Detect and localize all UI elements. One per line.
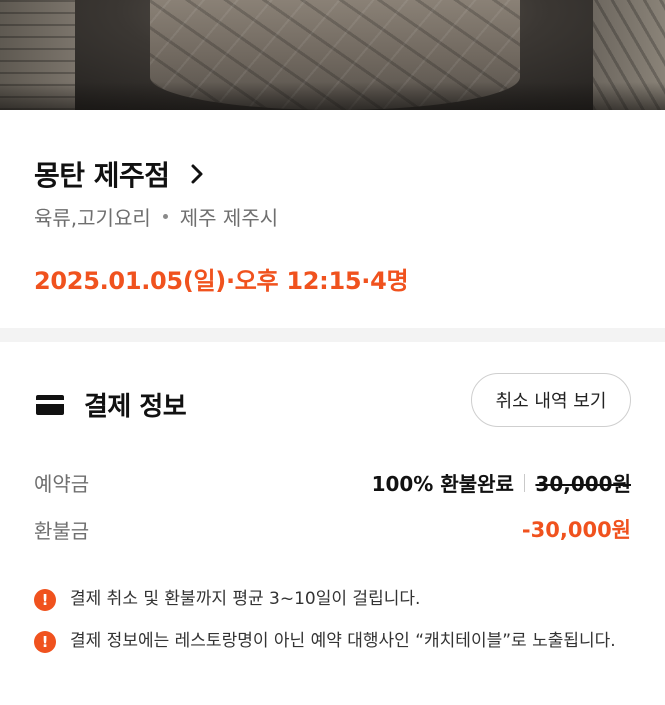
- section-divider: [0, 328, 665, 342]
- restaurant-hero-image: [0, 0, 665, 110]
- notice-item: ! 결제 정보에는 레스토랑명이 아닌 예약 대행사인 “캐치테이블”로 노출됩…: [34, 630, 634, 656]
- deposit-values: 100% 환불완료 30,000원: [372, 468, 631, 497]
- notice-text: 결제 정보에는 레스토랑명이 아닌 예약 대행사인 “캐치테이블”로 노출됩니다…: [70, 631, 616, 651]
- deposit-row: 예약금 100% 환불완료 30,000원: [34, 468, 631, 497]
- cancel-history-button[interactable]: 취소 내역 보기: [471, 373, 631, 427]
- hero-floor-shadow: [0, 82, 665, 110]
- reservation-datetime-party: 2025.01.05(일)·오후 12:15·4명: [34, 267, 409, 295]
- card-icon: [36, 394, 64, 415]
- deposit-amount: 30,000원: [535, 472, 631, 496]
- refund-status: 100% 환불완료: [371, 472, 514, 496]
- refund-amount: -30,000원: [521, 518, 631, 542]
- restaurant-info-section: 몽탄 제주점 육류,고기요리 제주 제주시 2025.01.05(일)·오후 1…: [0, 110, 665, 328]
- refund-label: 환불금: [34, 518, 90, 543]
- payment-info-section: 결제 정보 취소 내역 보기 예약금 100% 환불완료 30,000원 환불금…: [0, 342, 665, 705]
- restaurant-name: 몽탄 제주점: [34, 159, 170, 192]
- restaurant-meta: 육류,고기요리 제주 제주시: [34, 202, 278, 231]
- separator-dot: [162, 214, 168, 219]
- restaurant-category: 육류,고기요리: [34, 206, 151, 230]
- notice-text: 결제 취소 및 환불까지 평균 3~10일이 걸립니다.: [70, 589, 421, 609]
- refund-row: 환불금 -30,000원: [34, 514, 631, 544]
- notice-item: ! 결제 취소 및 환불까지 평균 3~10일이 걸립니다.: [34, 588, 634, 614]
- restaurant-name-link[interactable]: 몽탄 제주점: [34, 154, 208, 194]
- info-icon: !: [34, 589, 56, 611]
- chevron-right-icon: [191, 164, 203, 184]
- restaurant-location: 제주 제주시: [179, 206, 279, 230]
- info-icon: !: [34, 631, 56, 653]
- value-separator: [523, 473, 526, 492]
- payment-header: 결제 정보: [36, 386, 187, 423]
- deposit-label: 예약금: [34, 472, 90, 496]
- payment-title: 결제 정보: [84, 392, 187, 422]
